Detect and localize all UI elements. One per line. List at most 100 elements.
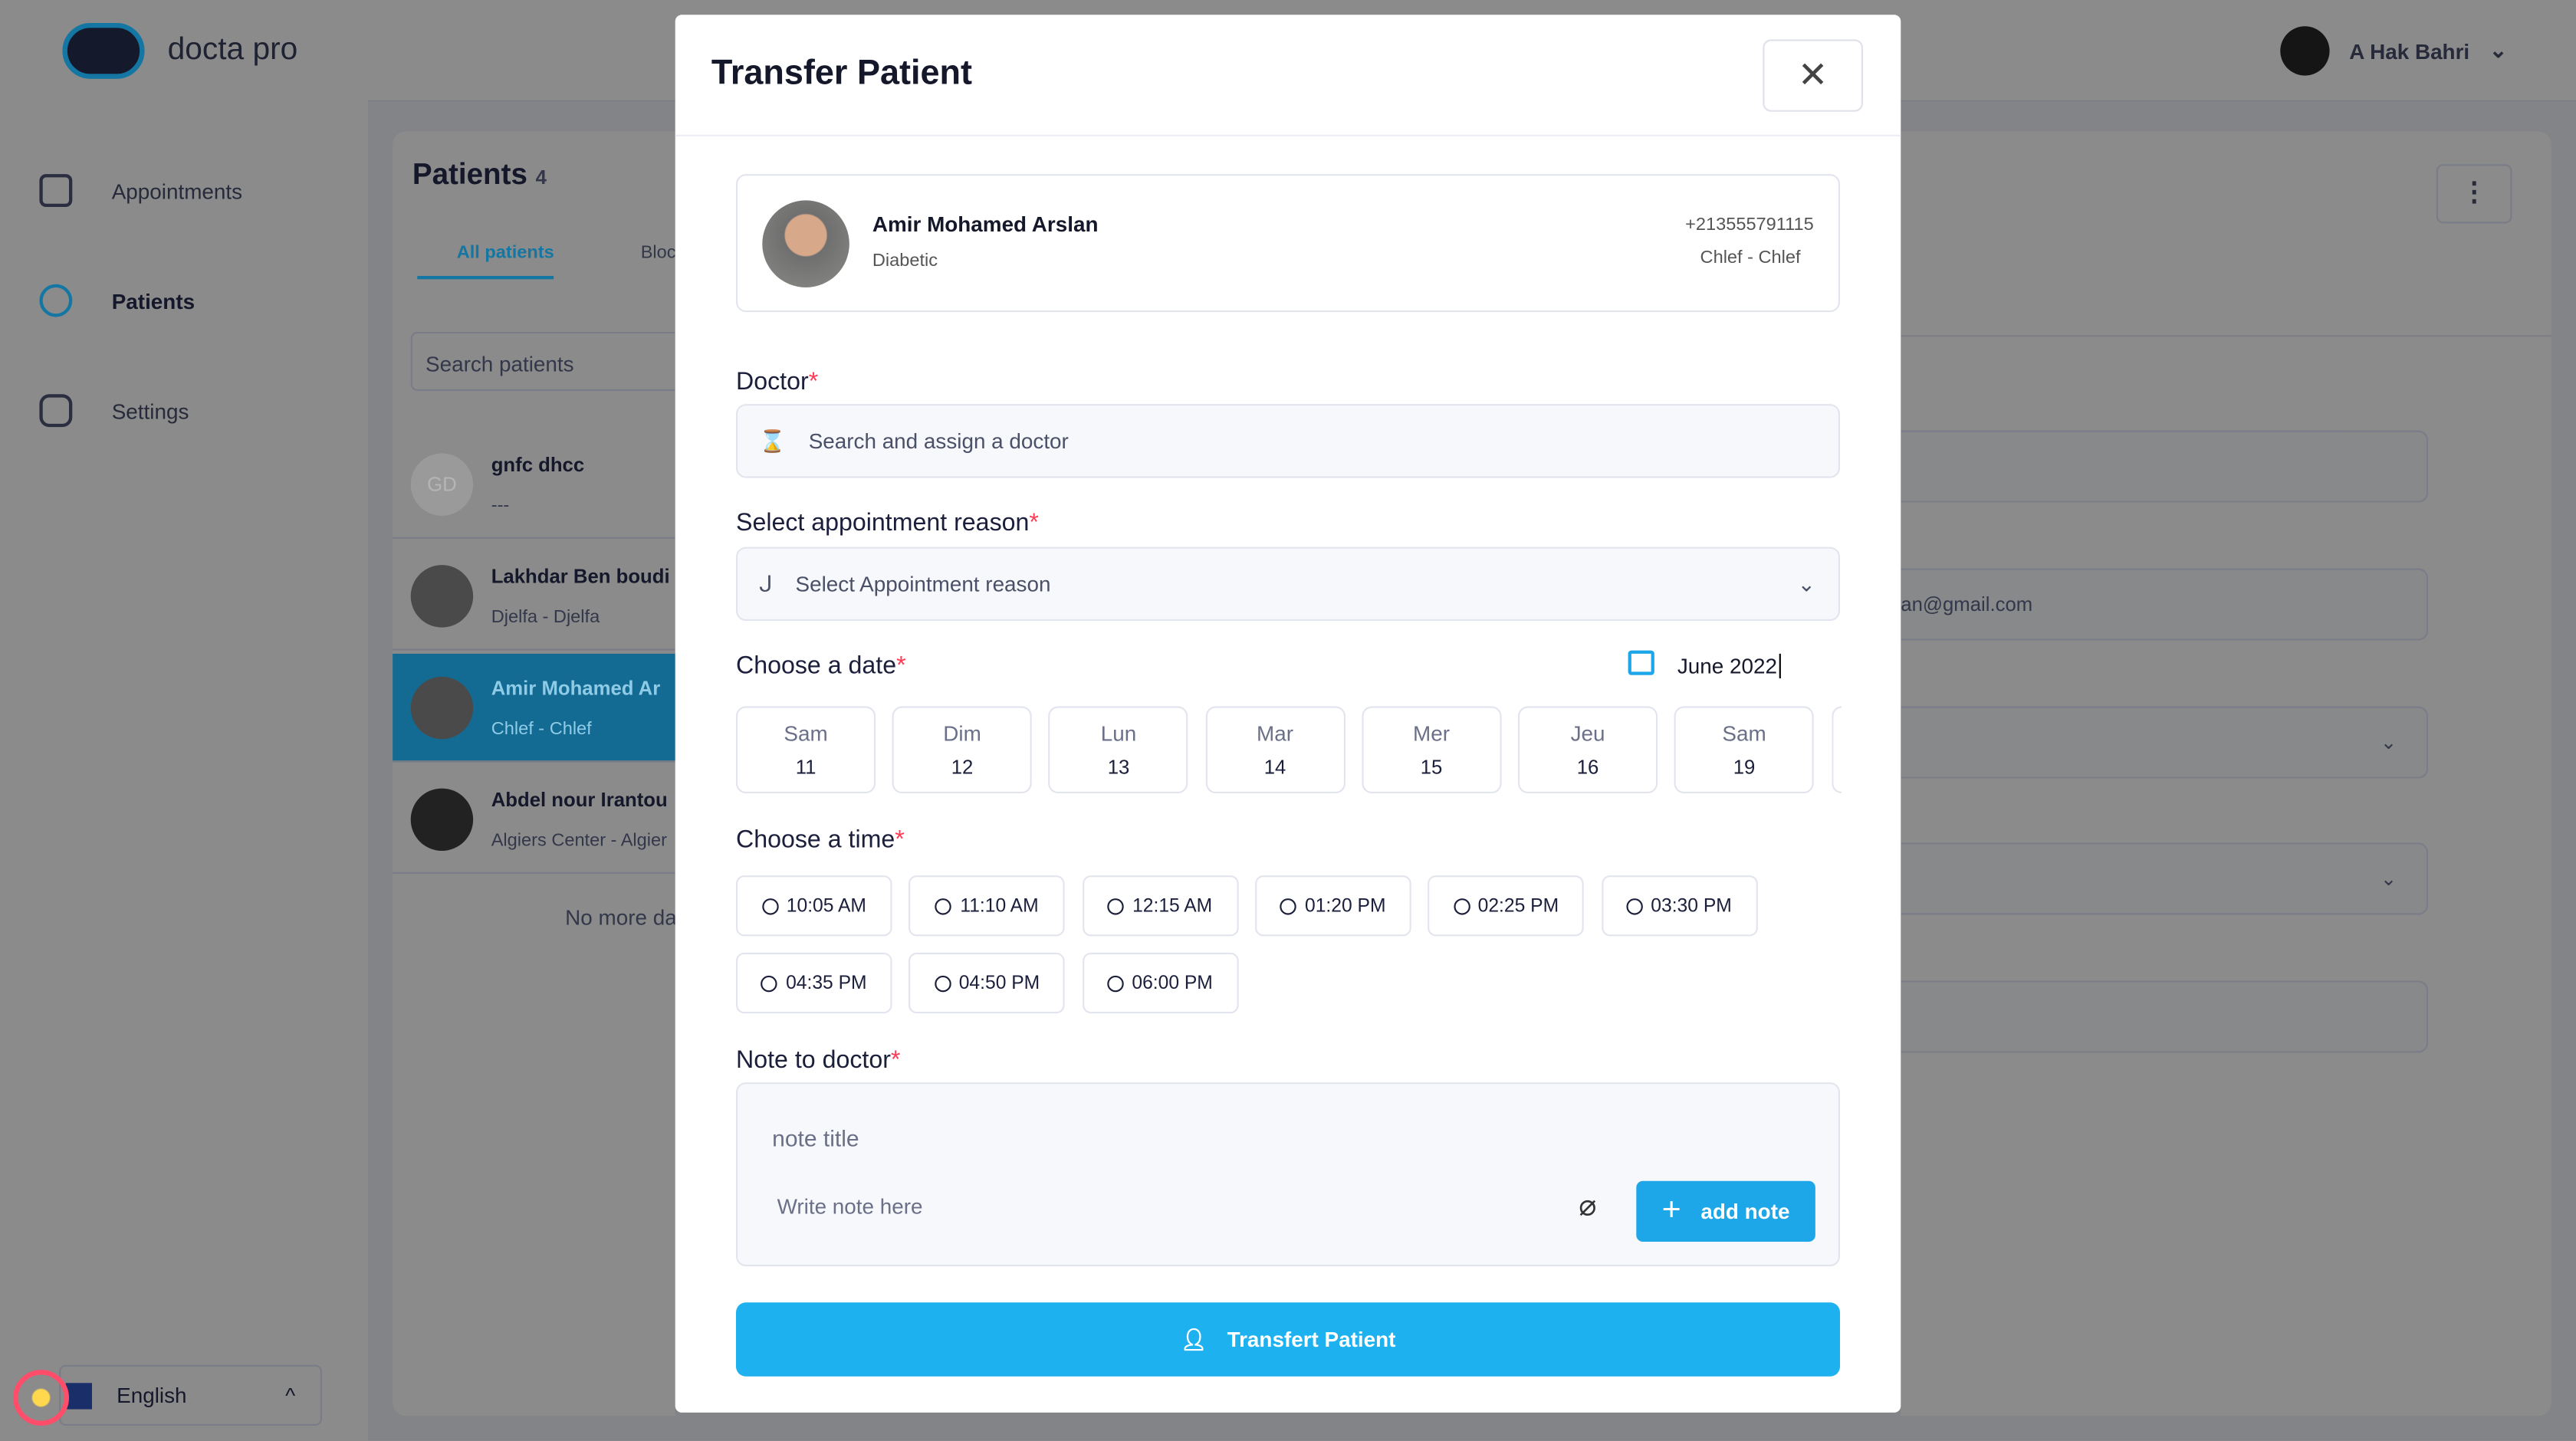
day-name: Sam [1722, 720, 1766, 746]
chevron-down-icon: ⌄ [2489, 38, 2508, 63]
date-option[interactable]: Jeu 16 [1517, 706, 1658, 793]
patient-condition: Diabetic [872, 251, 938, 271]
time-slot[interactable]: 01:20 PM [1254, 875, 1411, 937]
patient-count: 4 [535, 166, 547, 189]
date-option[interactable]: Lun 13 [1048, 706, 1189, 793]
date-option[interactable]: Sam 11 [736, 706, 876, 793]
avatar [410, 565, 474, 628]
transfer-patient-button[interactable]: 👤︎ Transfert Patient [736, 1302, 1840, 1377]
paperclip-icon[interactable]: ⌀ [1579, 1189, 1596, 1223]
calendar-icon [39, 174, 73, 207]
email-field[interactable]: an@gmail.com [1901, 568, 2429, 641]
clock-icon [1626, 898, 1643, 914]
note-title-input[interactable]: note title [772, 1125, 859, 1151]
time-slot[interactable]: 12:15 AM [1082, 875, 1238, 937]
close-button[interactable]: ✕ [1763, 39, 1863, 112]
note-label: Note to doctor* [736, 1046, 901, 1075]
day-name: Dim [943, 720, 981, 746]
detail-field[interactable] [1901, 980, 2429, 1053]
time-label: 12:15 AM [1132, 895, 1213, 916]
time-label: 02:25 PM [1477, 895, 1559, 916]
stethoscope-icon: ᒍ [758, 570, 773, 596]
sidebar-item-patients[interactable]: Patients [39, 284, 195, 317]
list-item[interactable]: Abdel nour Irantou Algiers Center - Algie… [393, 766, 675, 874]
doctor-search-input[interactable]: ⌛ Search and assign a doctor [736, 404, 1840, 478]
clock-icon [1107, 898, 1125, 914]
patient-name: Amir Mohamed Arslan [872, 212, 1099, 237]
time-slot[interactable]: 11:10 AM [909, 875, 1066, 937]
avatar [2280, 26, 2330, 76]
react-devtools-icon[interactable] [13, 1370, 70, 1426]
sidebar-item-appointments[interactable]: Appointments [39, 174, 242, 207]
calendar-icon[interactable] [1628, 650, 1654, 675]
detail-select[interactable]: ⌄ [1901, 706, 2429, 779]
label: Appointments [111, 178, 243, 203]
time-slot[interactable]: 04:35 PM [736, 952, 892, 1014]
app-name: docta pro [167, 32, 298, 67]
date-option[interactable]: Mar 14 [1204, 706, 1346, 793]
time-label: 03:30 PM [1651, 895, 1732, 916]
time-slot[interactable]: 04:50 PM [909, 952, 1066, 1014]
user-name: A Hak Bahri [2349, 38, 2470, 64]
day-number: 19 [1733, 755, 1756, 779]
date-option[interactable]: Dim 12 [892, 706, 1033, 793]
search-patients-input[interactable]: Search patients [410, 331, 675, 391]
more-options-button[interactable]: ⋮ [2436, 164, 2512, 224]
patient-phone: +213555791115 [1685, 215, 1814, 235]
detail-select[interactable]: ⌄ [1901, 842, 2429, 915]
time-slot[interactable]: 10:05 AM [736, 875, 892, 937]
list-item[interactable]: Lakhdar Ben boudi Djelfa - Djelfa [393, 542, 675, 651]
note-text-input[interactable]: Write note here [777, 1194, 923, 1219]
day-number: 15 [1420, 755, 1443, 779]
clock-icon [1107, 974, 1124, 992]
page-title: Patients 4 [412, 157, 547, 191]
sidebar-item-settings[interactable]: Settings [39, 394, 189, 428]
no-more-data: No more da [565, 904, 675, 930]
avatar [410, 676, 474, 740]
language-label: English [117, 1383, 187, 1408]
day-number: 14 [1263, 755, 1286, 779]
label: Patients [111, 288, 196, 313]
reason-select[interactable]: ᒍ Select Appointment reason ⌄ [736, 547, 1840, 621]
list-item[interactable]: GD gnfc dhcc --- [393, 430, 675, 539]
clock-icon [935, 898, 952, 914]
users-icon [39, 284, 73, 317]
label: Settings [111, 398, 189, 423]
month-picker[interactable]: June 2022 [1677, 653, 1781, 678]
day-number: 11 [795, 755, 816, 779]
doctor-label: Doctor* [736, 368, 819, 396]
time-label: 10:05 AM [786, 895, 866, 916]
uk-flag-icon [65, 1383, 92, 1410]
transfer-patient-modal: Transfer Patient ✕ Amir Mohamed Arslan Di… [675, 15, 1901, 1413]
tab-blocked[interactable]: Bloc [605, 243, 675, 263]
close-icon: ✕ [1797, 54, 1829, 96]
time-label: 11:10 AM [960, 895, 1039, 916]
detail-field[interactable] [1901, 430, 2429, 503]
time-label: 01:20 PM [1304, 895, 1386, 916]
chevron-up-icon: ^ [285, 1383, 296, 1408]
clock-icon [1280, 898, 1297, 914]
logo[interactable]: docta pro [62, 23, 297, 79]
time-slot[interactable]: 06:00 PM [1082, 952, 1238, 1014]
user-icon: 👤︎ [1180, 1326, 1208, 1351]
tab-all-patients[interactable]: All patients [417, 243, 554, 280]
day-name: Sam [784, 720, 828, 746]
date-option[interactable]: Sam 19 [1674, 706, 1815, 793]
add-note-button[interactable]: + add note [1636, 1180, 1815, 1242]
date-option[interactable]: Mer 15 [1361, 706, 1502, 793]
avatar [410, 788, 474, 851]
doctor-icon: ⌛ [758, 428, 786, 453]
day-number: 12 [951, 755, 974, 779]
clock-icon [761, 898, 779, 914]
chevron-down-icon: ⌄ [1797, 570, 1815, 596]
time-slot[interactable]: 03:30 PM [1601, 875, 1757, 937]
language-select[interactable]: English ^ [59, 1364, 322, 1426]
time-slot[interactable]: 02:25 PM [1428, 875, 1585, 937]
plus-icon: + [1661, 1192, 1681, 1229]
day-name: Mar [1257, 720, 1294, 746]
day-number: 16 [1576, 755, 1599, 779]
user-menu[interactable]: A Hak Bahri ⌄ [2280, 26, 2508, 76]
gear-icon [39, 394, 73, 428]
list-item-selected[interactable]: Amir Mohamed Ar Chlef - Chlef [393, 653, 675, 763]
day-number: 13 [1107, 755, 1130, 779]
